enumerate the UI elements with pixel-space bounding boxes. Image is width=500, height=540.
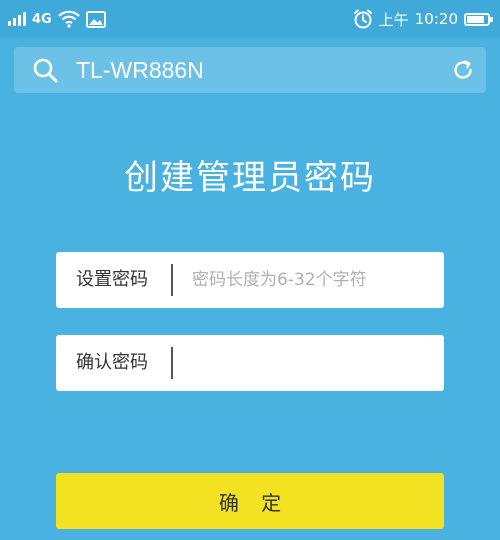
- set-password-input[interactable]: [182, 252, 434, 308]
- page-title: 创建管理员密码: [124, 158, 376, 198]
- set-password-label: 设置密码: [76, 269, 148, 290]
- status-bar: 4G 上午 10:20: [0, 0, 500, 38]
- confirm-password-input[interactable]: [182, 335, 434, 391]
- refresh-icon[interactable]: [452, 59, 474, 81]
- text-cursor: [171, 264, 173, 296]
- signal-icon: [8, 12, 26, 26]
- image-icon: [85, 10, 106, 28]
- text-cursor: [171, 347, 173, 379]
- alarm-icon: [353, 9, 372, 29]
- battery-level: [467, 15, 484, 23]
- status-left-group: 4G: [8, 9, 106, 29]
- confirm-password-field[interactable]: 确认密码: [56, 335, 444, 391]
- address-bar[interactable]: TL-WR886N: [14, 47, 486, 93]
- address-text[interactable]: TL-WR886N: [76, 47, 204, 93]
- status-right-group: 上午 10:20: [353, 8, 493, 30]
- search-icon[interactable]: [32, 57, 58, 83]
- confirm-button[interactable]: 确 定: [56, 473, 444, 529]
- set-password-field[interactable]: 设置密码: [56, 252, 444, 308]
- confirm-password-label: 确认密码: [76, 352, 148, 373]
- network-type: 4G: [32, 11, 52, 27]
- clock-time: 10:20: [414, 10, 458, 28]
- battery-icon: [464, 12, 493, 26]
- wifi-icon: [57, 10, 80, 28]
- clock-ampm: 上午: [378, 10, 409, 29]
